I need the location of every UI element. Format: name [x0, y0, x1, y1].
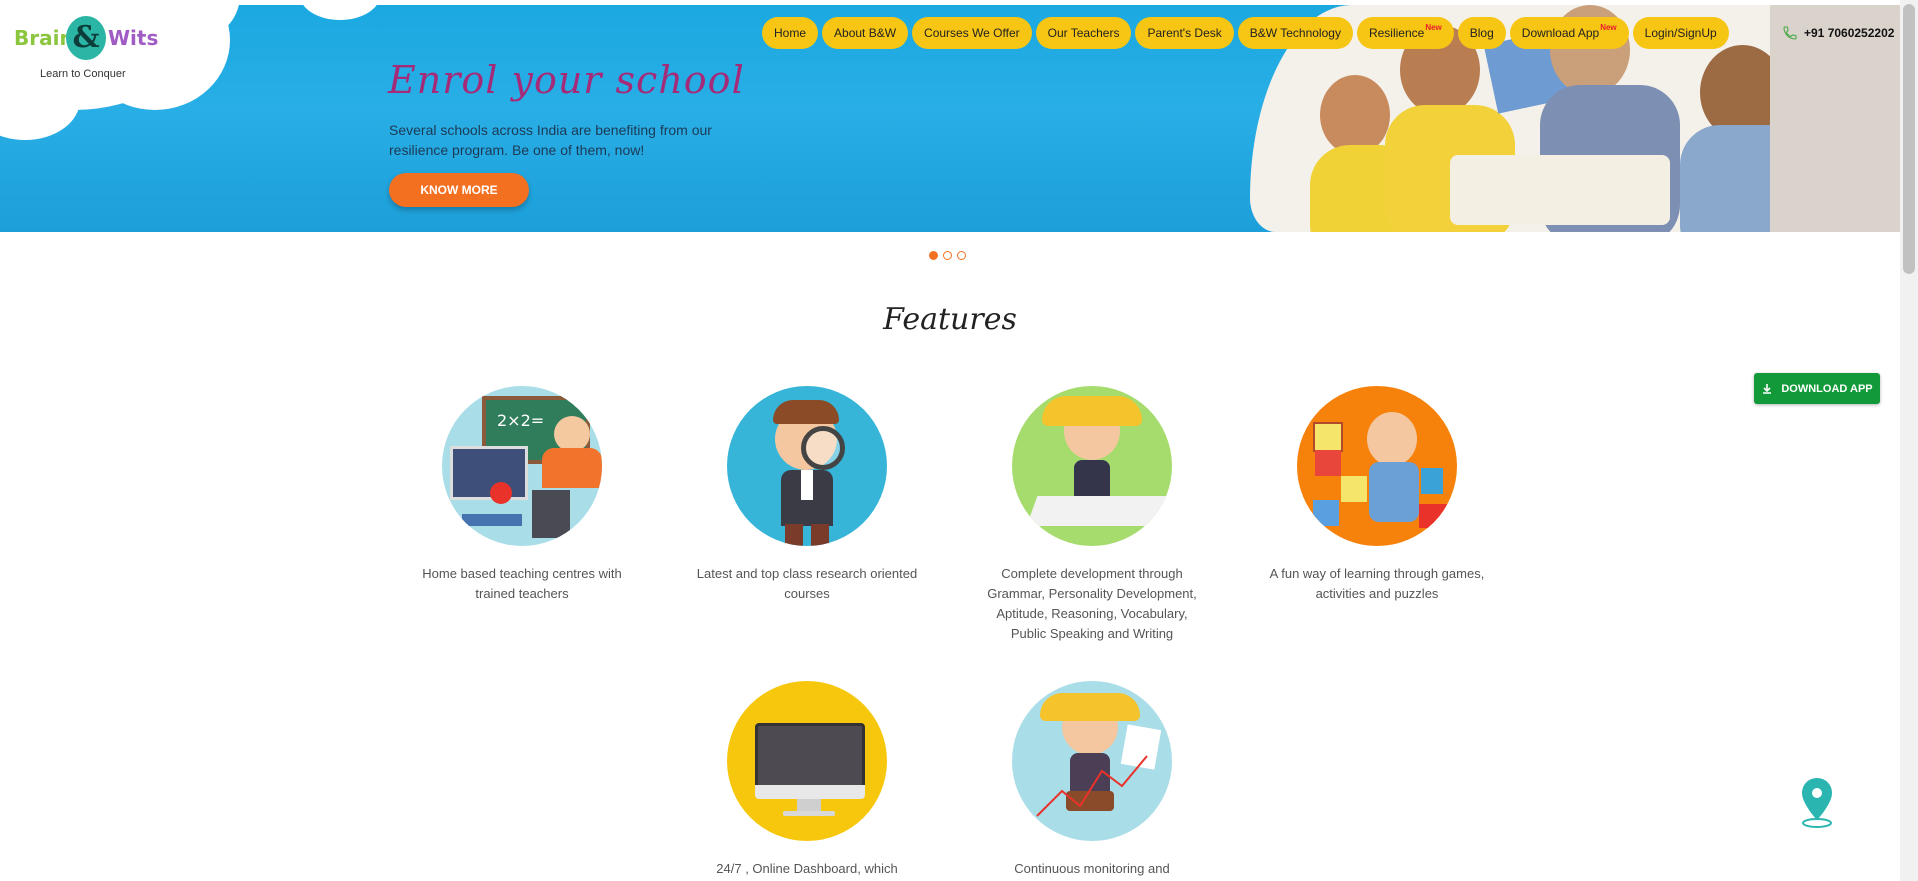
know-more-button[interactable]: KNOW MORE: [389, 173, 529, 207]
nav-item-download-app[interactable]: Download App New: [1509, 17, 1629, 49]
feature-card: Latest and top class research oriented c…: [692, 386, 922, 604]
nav-item-label: Download App: [1521, 26, 1600, 40]
nav-item-parents-desk[interactable]: Parent's Desk: [1135, 17, 1234, 49]
download-app-button[interactable]: DOWNLOAD APP: [1754, 373, 1880, 404]
brand-logo[interactable]: Brain & Wits Learn to Conquer: [12, 14, 158, 84]
feature-card: Continuous monitoring and: [977, 681, 1207, 879]
nav-item-teachers[interactable]: Our Teachers: [1035, 17, 1132, 49]
new-badge: New: [1600, 22, 1617, 32]
carousel-dot[interactable]: [943, 251, 952, 260]
nav-item-about[interactable]: About B&W: [822, 17, 909, 49]
page-scrollbar[interactable]: [1900, 0, 1918, 881]
phone-icon: [1783, 26, 1797, 40]
feature-card: 24/7 , Online Dashboard, which: [692, 681, 922, 879]
logo-tagline: Learn to Conquer: [40, 68, 126, 80]
nav-item-label: B&W Technology: [1249, 26, 1341, 40]
nav-item-label: Login/SignUp: [1644, 26, 1717, 40]
feature-card: Complete development through Grammar, Pe…: [977, 386, 1207, 644]
nav-item-login[interactable]: Login/SignUp: [1632, 17, 1729, 49]
feature-text: A fun way of learning through games, act…: [1269, 566, 1485, 601]
logo-ampersand-icon: &: [66, 16, 106, 60]
nav-item-label: Courses We Offer: [924, 26, 1020, 40]
alphabet-blocks-icon: [1297, 386, 1457, 546]
logo-brain-text: Brain: [14, 26, 74, 50]
feature-text: Home based teaching centres with trained…: [422, 566, 622, 601]
feature-text: 24/7 , Online Dashboard, which: [716, 861, 898, 876]
hero-title: Enrol your school: [388, 58, 745, 102]
nav-item-label: About B&W: [834, 26, 897, 40]
nav-item-home[interactable]: Home: [762, 17, 819, 49]
nav-item-resilience[interactable]: Resilience New: [1356, 17, 1454, 49]
nav-item-technology[interactable]: B&W Technology: [1237, 17, 1353, 49]
nav-item-label: Parent's Desk: [1147, 26, 1222, 40]
new-badge: New: [1425, 22, 1442, 32]
magnifier-boy-icon: [727, 386, 887, 546]
nav-item-label: Our Teachers: [1047, 26, 1120, 40]
feature-text: Complete development through Grammar, Pe…: [987, 566, 1197, 641]
feature-text: Continuous monitoring and: [1014, 861, 1170, 876]
download-icon: [1763, 383, 1772, 394]
girl-paper-plane-icon: [1012, 386, 1172, 546]
nav-item-blog[interactable]: Blog: [1457, 17, 1506, 49]
nav-item-courses[interactable]: Courses We Offer: [912, 17, 1032, 49]
chart-line-icon: [1036, 755, 1148, 817]
location-pin-icon[interactable]: [1797, 776, 1837, 828]
phone-contact[interactable]: +91 7060252202: [1782, 25, 1894, 41]
carousel-dot[interactable]: [929, 251, 938, 260]
nav-item-label: Resilience: [1368, 26, 1425, 40]
scrollbar-thumb[interactable]: [1903, 4, 1915, 274]
hero-description: Several schools across India are benefit…: [389, 122, 712, 158]
features-title: Features: [883, 302, 1017, 337]
feature-card: A fun way of learning through games, act…: [1262, 386, 1492, 604]
monitor-icon: [727, 681, 887, 841]
girl-chart-icon: [1012, 681, 1172, 841]
phone-number: +91 7060252202: [1804, 26, 1895, 40]
online-education-icon: 2×2=: [442, 386, 602, 546]
carousel-dot[interactable]: [957, 251, 966, 260]
main-nav: Home About B&W Courses We Offer Our Teac…: [762, 17, 1729, 49]
carousel-indicators: [929, 251, 966, 260]
feature-text: Latest and top class research oriented c…: [696, 566, 918, 601]
feature-card: 2×2= Home based teaching centres with tr…: [407, 386, 637, 604]
logo-wits-text: Wits: [108, 26, 159, 50]
nav-item-label: Blog: [1469, 26, 1494, 40]
download-app-label: DOWNLOAD APP: [1781, 382, 1873, 395]
nav-item-label: Home: [774, 26, 807, 40]
